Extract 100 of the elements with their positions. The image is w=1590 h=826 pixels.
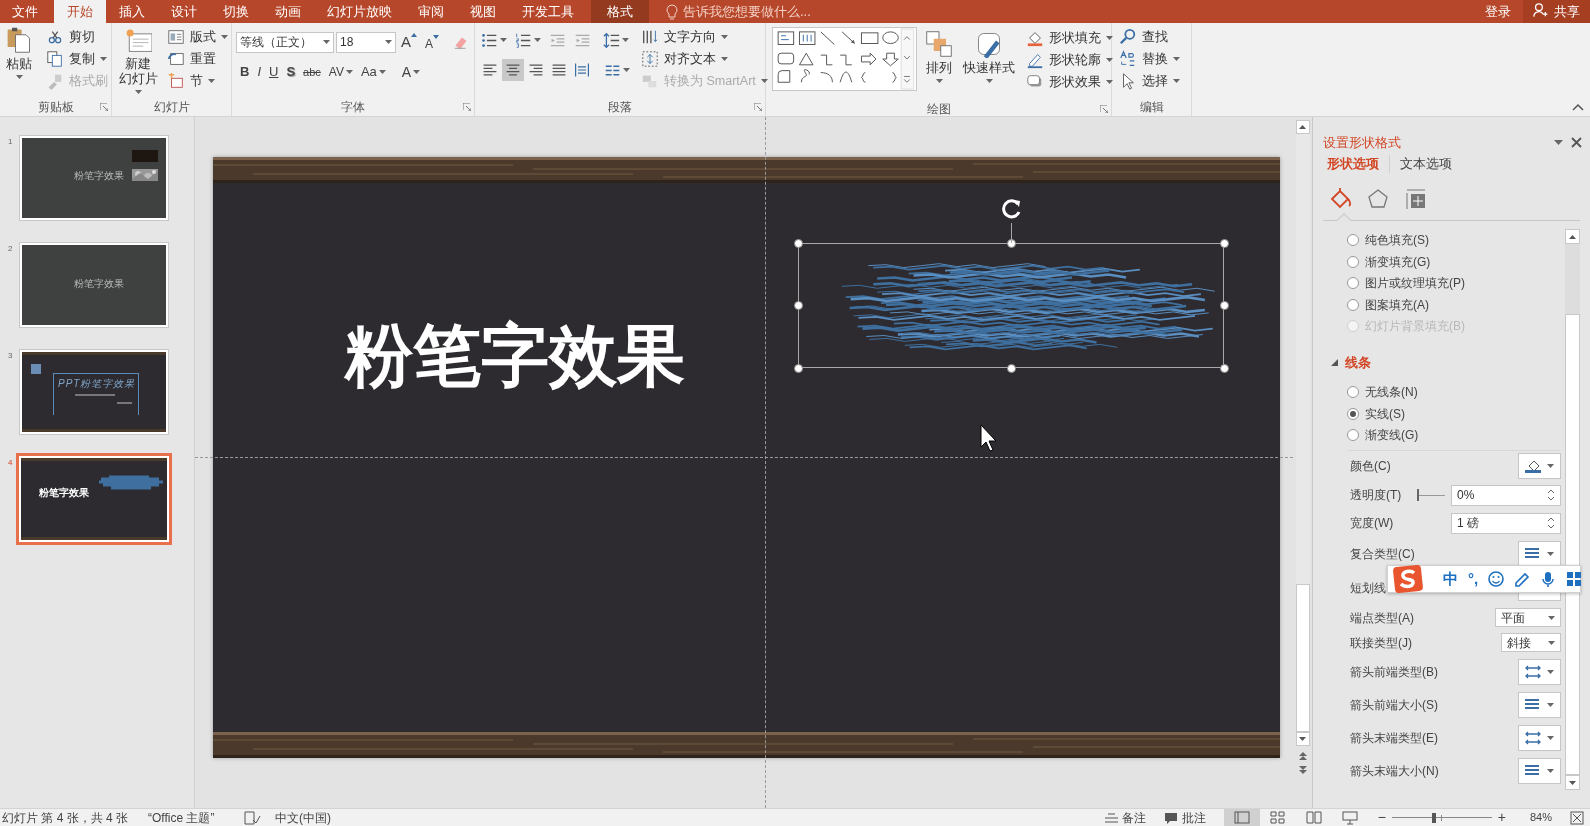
close-button[interactable] (1571, 137, 1582, 149)
new-slide-button[interactable]: 新建 幻灯片 (116, 23, 160, 97)
share-button[interactable]: 共享 (1523, 0, 1590, 23)
character-spacing-button[interactable]: AV (324, 61, 357, 83)
ribbon-tab[interactable]: 格式 (591, 0, 649, 23)
fill-line-tab[interactable] (1329, 188, 1351, 211)
punctuation-button[interactable]: °, (1468, 567, 1479, 591)
strikethrough-button[interactable]: abc (299, 61, 325, 83)
slider-track[interactable] (1417, 489, 1445, 501)
radio-button[interactable] (1347, 277, 1359, 290)
slide-thumbnail[interactable]: 粉笔字效果 (16, 453, 172, 545)
zoom-in-button[interactable]: + (1497, 807, 1506, 826)
font-color-button[interactable]: A (397, 61, 425, 83)
radio-button[interactable] (1347, 386, 1359, 398)
replace-button[interactable]: 替换 (1116, 48, 1191, 70)
cut-button[interactable]: 剪切 (43, 26, 111, 48)
slide-thumbnail[interactable]: 粉笔字效果 (19, 135, 169, 221)
dialog-launcher-button[interactable] (754, 103, 762, 111)
text-direction-button[interactable]: 文字方向 (638, 26, 771, 48)
shape-effects-button[interactable]: 形状效果 (1023, 71, 1116, 93)
dialog-launcher-button[interactable] (463, 103, 471, 111)
shadow-button[interactable]: S (282, 61, 300, 83)
ribbon-tab[interactable]: 设计 (158, 0, 210, 23)
radio-button[interactable] (1347, 234, 1359, 247)
ribbon-tab[interactable]: 文件 (0, 0, 50, 23)
ribbon-tab[interactable]: 切换 (210, 0, 262, 23)
comments-button[interactable]: 批注 (1163, 808, 1206, 826)
ribbon-tab[interactable]: 审阅 (405, 0, 457, 23)
shape-gallery[interactable] (772, 27, 917, 91)
radio-button[interactable] (1347, 429, 1359, 442)
italic-button[interactable]: I (253, 61, 265, 83)
arrow-type-button[interactable] (1518, 724, 1561, 751)
zoom-slider[interactable] (1391, 811, 1492, 824)
input-mode-button[interactable]: 中 (1443, 567, 1458, 591)
resize-handle[interactable] (1220, 364, 1229, 373)
radio-button[interactable] (1347, 407, 1359, 420)
slide-thumbnail[interactable]: PPT粉笔字效果 (19, 349, 169, 435)
resize-handle[interactable] (1220, 301, 1229, 310)
font-name-field[interactable]: 等线（正文） (236, 31, 334, 53)
reset-button[interactable]: 重置 (164, 48, 231, 70)
arrange-button[interactable]: 排列 (923, 27, 955, 101)
align-text-button[interactable]: 对齐文本 (638, 48, 771, 70)
layout-button[interactable]: 版式 (164, 26, 231, 48)
ribbon-tab[interactable]: 幻灯片放映 (314, 0, 405, 23)
ribbon-tab[interactable]: 动画 (262, 0, 314, 23)
scroll-thumb[interactable] (1565, 314, 1580, 775)
ribbon-tab[interactable]: 视图 (457, 0, 509, 23)
view-button[interactable] (1223, 808, 1260, 826)
scroll-down-button[interactable] (1565, 775, 1580, 790)
resize-handle[interactable] (794, 364, 803, 373)
line-style-button[interactable] (1518, 757, 1561, 784)
bold-button[interactable]: B (236, 61, 254, 83)
next-slide-button[interactable] (1298, 766, 1307, 774)
arrow-type-button[interactable] (1518, 658, 1561, 685)
dialog-launcher-button[interactable] (1100, 105, 1108, 113)
find-button[interactable]: 查找 (1116, 26, 1191, 48)
resize-handle[interactable] (794, 301, 803, 310)
copy-button[interactable]: 复制 (43, 48, 111, 70)
shape-outline-button[interactable]: 形状轮廓 (1023, 49, 1116, 71)
slide-title[interactable]: 粉笔字效果 (345, 315, 685, 395)
dropdown-field[interactable]: 斜接 (1501, 633, 1561, 652)
radio-button[interactable] (1347, 255, 1359, 268)
radio-button[interactable] (1347, 298, 1359, 311)
ribbon-tab[interactable]: 开始 (54, 0, 106, 23)
resize-handle[interactable] (1007, 364, 1016, 373)
size-position-tab[interactable] (1405, 188, 1427, 211)
resize-handle[interactable] (794, 239, 803, 248)
selected-chalk-scribble[interactable] (798, 243, 1224, 368)
rotate-handle[interactable] (1001, 197, 1023, 219)
zoom-level-text[interactable]: 84% (1530, 809, 1570, 826)
font-size-field[interactable]: 18 (336, 31, 396, 53)
line-style-button[interactable] (1518, 540, 1561, 567)
zoom-out-button[interactable]: − (1377, 807, 1386, 826)
paste-button[interactable]: 粘贴 (3, 23, 35, 97)
line-style-button[interactable] (1518, 691, 1561, 718)
align-button[interactable] (502, 59, 524, 81)
ime-floating-menu[interactable]: 中 °, (1387, 565, 1581, 593)
tell-me-field[interactable]: 告诉我您想要做什么... (661, 0, 867, 23)
scroll-up-button[interactable] (1565, 229, 1580, 245)
pane-options-button[interactable] (1554, 140, 1563, 146)
notes-button[interactable]: 备注 (1103, 808, 1146, 826)
quick-styles-button[interactable]: 快速样式 (961, 27, 1017, 101)
pane-tab[interactable]: 文本选项 (1400, 154, 1452, 174)
select-button[interactable]: 选择 (1116, 70, 1191, 92)
increase-font-button[interactable]: A (398, 31, 420, 53)
previous-slide-button[interactable] (1298, 752, 1307, 760)
shape-fill-button[interactable]: 形状填充 (1023, 27, 1116, 49)
scroll-up-button[interactable] (1295, 120, 1310, 134)
slide-thumbnail[interactable]: 粉笔字效果 (19, 242, 169, 328)
collapse-ribbon-button[interactable] (1572, 103, 1584, 112)
section-button[interactable]: 节 (164, 70, 231, 92)
ribbon-tab[interactable]: 开发工具 (509, 0, 587, 23)
color-picker-button[interactable] (1518, 453, 1561, 479)
underline-button[interactable]: U (265, 61, 283, 83)
resize-handle[interactable] (1220, 239, 1229, 248)
dialog-launcher-button[interactable] (100, 103, 108, 111)
sign-in-link[interactable]: 登录 (1473, 0, 1523, 23)
zoom-thumb[interactable] (1432, 812, 1437, 823)
dropdown-field[interactable]: 平面 (1495, 608, 1561, 627)
ribbon-tab[interactable]: 插入 (106, 0, 158, 23)
